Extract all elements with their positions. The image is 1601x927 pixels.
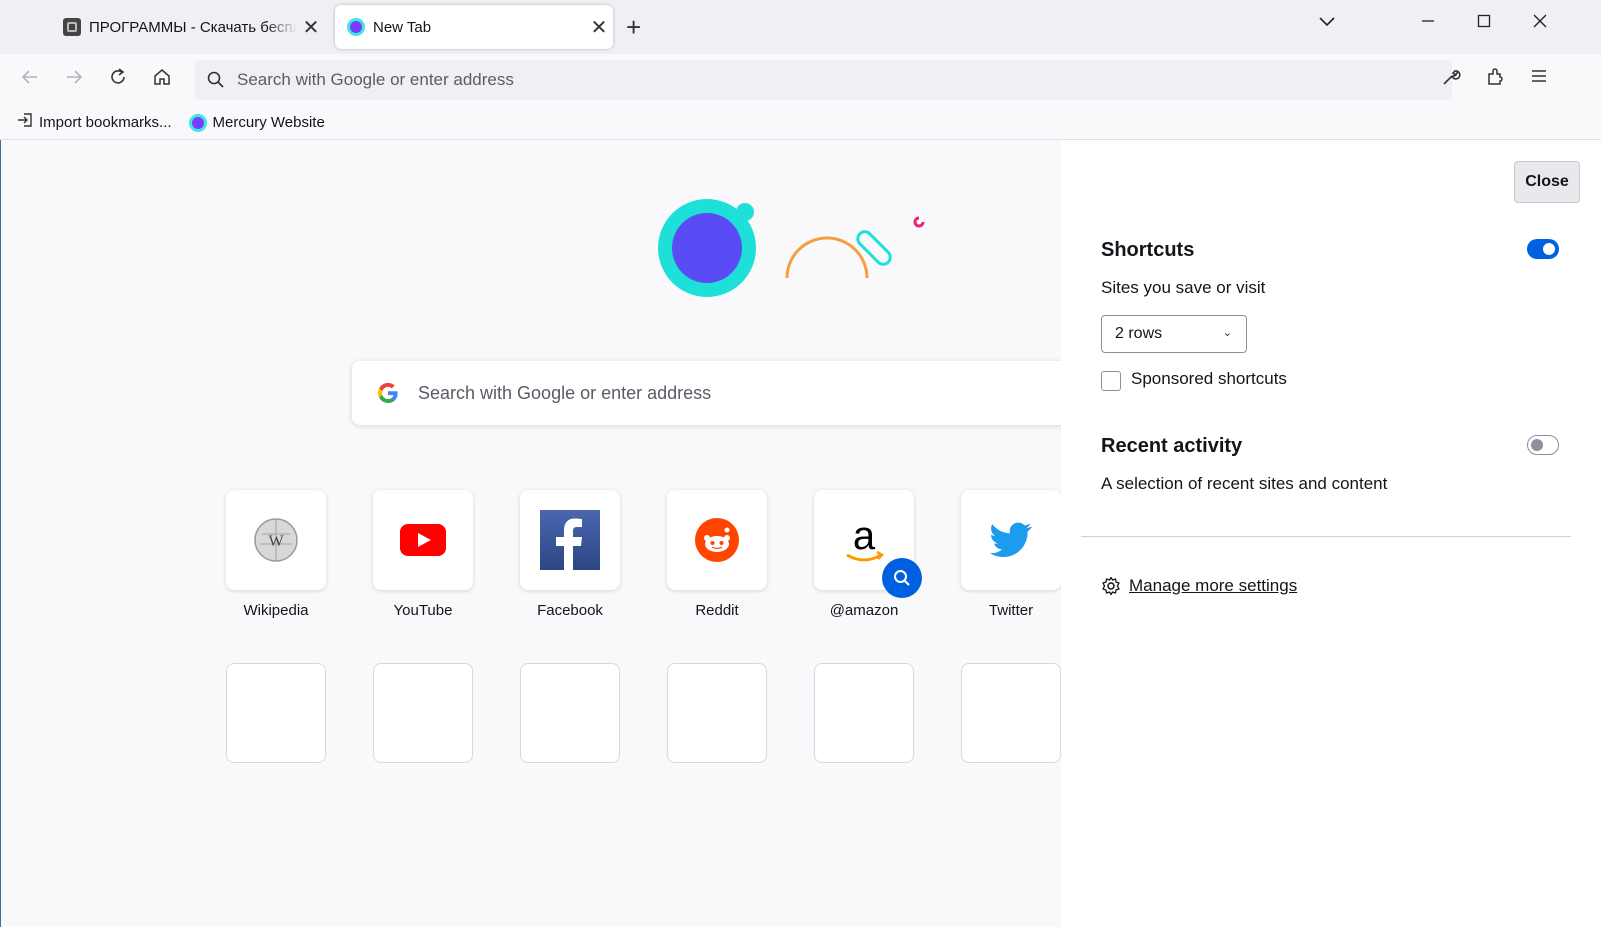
mercury-icon [347,18,365,36]
search-icon [207,71,224,88]
page-search-placeholder: Search with Google or enter address [418,382,712,403]
tab-new-tab[interactable]: New Tab ✕ [335,5,613,49]
tab-title: ПРОГРАММЫ - Скачать бесплатные программы [89,18,297,36]
manage-settings-link[interactable]: Manage more settings [1101,576,1297,596]
facebook-icon [540,510,600,570]
import-icon [17,112,33,133]
recent-activity-heading: Recent activity [1101,435,1243,457]
site-favicon [63,18,81,36]
empty-shortcut-slot[interactable] [226,663,326,763]
recent-activity-toggle[interactable] [1527,435,1559,455]
shortcut-twitter[interactable]: Twitter [961,490,1061,619]
bookmark-label: Import bookmarks... [39,114,172,131]
address-bar[interactable]: Search with Google or enter address [195,60,1452,100]
mercury-logo [658,199,925,297]
google-icon [377,382,398,404]
tab-programmy[interactable]: ПРОГРАММЫ - Скачать бесплатные программы… [55,5,325,49]
customize-panel: Close Shortcuts Sites you save or visit … [1061,140,1601,927]
wikipedia-icon: W [254,518,298,562]
chevron-down-icon: ⌄ [1222,327,1232,339]
shortcut-reddit[interactable]: Reddit [667,490,767,619]
navigation-toolbar: Search with Google or enter address [0,54,1601,106]
tab-strip: ПРОГРАММЫ - Скачать бесплатные программы… [0,0,1601,54]
close-tab-icon[interactable]: ✕ [297,15,325,40]
new-tab-page: Search with Google or enter address W Wi… [0,140,1061,927]
empty-shortcut-slot[interactable] [814,663,914,763]
shortcuts-description: Sites you save or visit [1101,278,1266,297]
extensions-icon[interactable] [1486,67,1506,93]
address-placeholder: Search with Google or enter address [237,70,514,89]
shortcut-youtube[interactable]: YouTube [373,490,473,619]
forward-icon[interactable] [64,67,84,93]
shortcut-label: Reddit [695,602,739,619]
minimize-icon[interactable] [1420,12,1436,36]
close-button[interactable]: Close [1514,161,1580,203]
shortcut-facebook[interactable]: Facebook [520,490,620,619]
rows-select[interactable]: 2 rows ⌄ [1101,315,1247,353]
shortcut-label: @amazon [829,602,899,619]
menu-icon[interactable] [1530,67,1548,91]
reload-icon[interactable] [108,67,128,93]
rows-select-value: 2 rows [1115,325,1163,342]
sponsored-shortcuts-label: Sponsored shortcuts [1131,369,1287,388]
shortcut-label: Twitter [988,602,1034,619]
close-window-icon[interactable] [1531,12,1549,36]
new-tab-icon[interactable]: + [626,12,641,43]
sponsored-shortcuts-checkbox[interactable] [1101,371,1121,391]
bookmark-mercury-website[interactable]: Mercury Website [188,113,325,132]
divider [1081,536,1571,537]
shortcut-amazon[interactable]: a @amazon [814,490,922,619]
shortcuts-heading: Shortcuts [1101,239,1195,261]
tab-list-icon[interactable] [1318,12,1336,36]
svg-text:a: a [853,515,876,558]
empty-shortcut-slot[interactable] [667,663,767,763]
close-tab-icon[interactable]: ✕ [585,15,613,40]
shortcut-label: YouTube [393,602,453,619]
shortcuts-toggle[interactable] [1527,239,1559,259]
home-icon[interactable] [152,67,172,93]
search-shortcut-badge [882,558,922,598]
reddit-icon [695,518,739,562]
youtube-icon [400,524,446,556]
empty-shortcut-slot[interactable] [373,663,473,763]
mercury-icon [188,113,207,132]
recent-activity-description: A selection of recent sites and content [1101,474,1388,493]
bookmark-import[interactable]: Import bookmarks... [17,112,172,133]
twitter-icon [990,522,1032,557]
svg-text:W: W [268,533,284,550]
back-icon[interactable] [20,67,40,93]
shortcut-label: Wikipedia [243,602,309,619]
amazon-icon: a [846,515,885,562]
page-search-box[interactable]: Search with Google or enter address [352,361,1061,425]
gear-icon [1102,576,1120,596]
empty-shortcut-slot[interactable] [961,663,1061,763]
bookmark-label: Mercury Website [212,114,325,131]
bookmarks-toolbar: Import bookmarks... Mercury Website [0,106,1601,140]
maximize-icon[interactable] [1476,12,1492,36]
wrench-icon[interactable] [1441,67,1461,93]
manage-settings-label: Manage more settings [1129,576,1298,595]
tab-title: New Tab [373,18,432,36]
shortcut-label: Facebook [537,602,603,619]
search-icon [894,570,910,586]
empty-shortcut-slot[interactable] [520,663,620,763]
shortcut-wikipedia[interactable]: W Wikipedia [226,490,326,619]
